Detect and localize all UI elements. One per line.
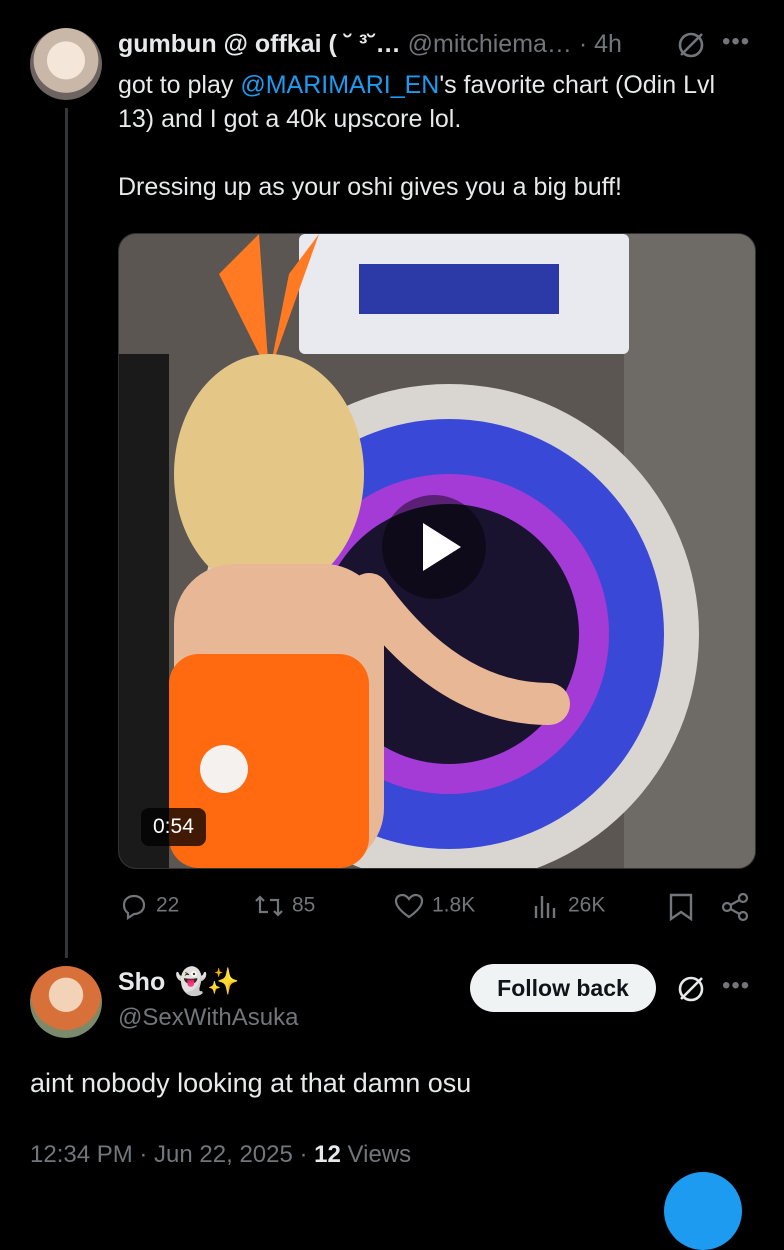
views-icon	[534, 896, 556, 918]
views-button[interactable]: 26K	[532, 892, 605, 920]
tweet-time[interactable]: · 4h	[579, 30, 622, 58]
reply-views-label: Views	[347, 1141, 412, 1168]
mention-link[interactable]: @MARIMARI_EN	[240, 71, 439, 99]
like-count: 1.8K	[432, 893, 476, 917]
views-count: 26K	[568, 893, 606, 917]
author-handle[interactable]: @mitchiema…	[408, 30, 572, 58]
more-options-icon[interactable]: •••	[722, 972, 750, 1000]
grok-icon[interactable]	[676, 30, 706, 60]
reply-avatar[interactable]	[30, 966, 102, 1038]
author-name[interactable]: gumbun @ offkai ( ˘ ³˘…	[118, 30, 401, 58]
reply-metadata: 12:34 PM · Jun 22, 2025 · 12 Views	[30, 1141, 411, 1169]
reply-author-handle[interactable]: @SexWithAsuka	[118, 1004, 298, 1032]
reply-author-emoji: 👻✨	[175, 966, 240, 996]
reply-timestamp[interactable]: 12:34 PM · Jun 22, 2025 ·	[30, 1141, 308, 1168]
video-duration: 0:54	[141, 808, 206, 846]
heart-icon	[394, 893, 424, 919]
tweet-header: gumbun @ offkai ( ˘ ³˘… @mitchiema… · 4h	[118, 30, 622, 59]
bookmark-icon	[669, 893, 693, 922]
repost-count: 85	[292, 893, 316, 917]
grok-icon[interactable]	[676, 974, 706, 1004]
reply-icon	[122, 894, 146, 921]
repost-button[interactable]: 85	[254, 892, 315, 920]
reply-count: 22	[156, 893, 180, 917]
like-button[interactable]: 1.8K	[394, 892, 475, 920]
tweet-text: got to play @MARIMARI_EN's favorite char…	[118, 68, 758, 204]
follow-back-button[interactable]: Follow back	[470, 964, 656, 1012]
bookmark-button[interactable]	[668, 892, 702, 922]
repost-icon	[255, 895, 283, 917]
play-icon[interactable]	[382, 495, 486, 599]
reply-button[interactable]: 22	[120, 892, 180, 921]
avatar[interactable]	[30, 28, 102, 100]
reply-author-name[interactable]: Sho	[118, 968, 165, 997]
tweet-text-paragraph: Dressing up as your oshi gives you a big…	[118, 173, 622, 201]
share-button[interactable]	[720, 892, 758, 922]
reply-text: aint nobody looking at that damn osu	[30, 1068, 472, 1098]
thread-connector	[65, 108, 68, 958]
reply-views-count: 12	[314, 1141, 341, 1168]
share-icon	[721, 892, 749, 922]
tweet-text-part: got to play	[118, 71, 241, 99]
compose-button[interactable]	[664, 1172, 742, 1250]
more-options-icon[interactable]: •••	[722, 28, 750, 56]
